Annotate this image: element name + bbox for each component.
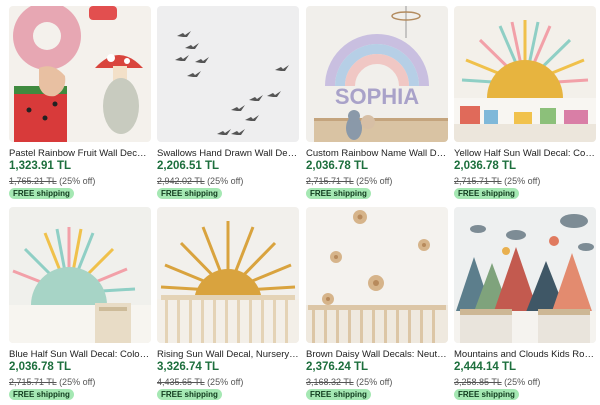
product-image[interactable]: [454, 6, 596, 142]
free-shipping-badge: FREE shipping: [454, 389, 519, 400]
original-price-row: 2,715.71 TL (25% off): [9, 377, 95, 387]
original-price: 1,765.21 TL: [9, 176, 57, 186]
original-price-row: 4,435.65 TL (25% off): [157, 377, 243, 387]
product-image[interactable]: [9, 6, 151, 142]
free-shipping-badge: FREE shipping: [306, 188, 371, 199]
product-card[interactable]: Mountains and Clouds Kids Roo... 2,444.1…: [454, 207, 596, 403]
product-price: 1,323.91 TL: [9, 160, 72, 172]
discount-label: (25% off): [207, 176, 244, 186]
product-price: 2,206.51 TL: [157, 160, 220, 172]
product-price: 2,376.24 TL: [306, 361, 369, 373]
product-card[interactable]: Swallows Hand Drawn Wall Decal... 2,206.…: [157, 6, 299, 206]
free-shipping-badge: FREE shipping: [157, 188, 222, 199]
original-price: 3,168.32 TL: [306, 377, 354, 387]
discount-label: (25% off): [59, 176, 96, 186]
product-card[interactable]: Brown Daisy Wall Decals: Neutral... 2,37…: [306, 207, 448, 403]
product-card[interactable]: Pastel Rainbow Fruit Wall Decals:... 1,3…: [9, 6, 151, 206]
original-price-row: 3,168.32 TL (25% off): [306, 377, 392, 387]
free-shipping-badge: FREE shipping: [9, 389, 74, 400]
product-title[interactable]: Custom Rainbow Name Wall Dec...: [306, 148, 448, 159]
free-shipping-badge: FREE shipping: [306, 389, 371, 400]
original-price-row: 1,765.21 TL (25% off): [9, 176, 95, 186]
product-price: 2,036.78 TL: [9, 361, 72, 373]
free-shipping-badge: FREE shipping: [454, 188, 519, 199]
product-price: 2,444.14 TL: [454, 361, 517, 373]
product-image[interactable]: [306, 207, 448, 343]
product-card[interactable]: Yellow Half Sun Wall Decal: Colo... 2,03…: [454, 6, 596, 206]
discount-label: (25% off): [356, 377, 393, 387]
product-title[interactable]: Mountains and Clouds Kids Roo...: [454, 349, 596, 360]
product-title[interactable]: Yellow Half Sun Wall Decal: Colo...: [454, 148, 596, 159]
original-price: 2,942.02 TL: [157, 176, 205, 186]
free-shipping-badge: FREE shipping: [157, 389, 222, 400]
product-card[interactable]: SOPHIA Custom Rainbow Name Wall Dec... 2…: [306, 6, 448, 206]
rainbow-name-decal: SOPHIA: [335, 84, 419, 109]
original-price-row: 3,258.85 TL (25% off): [454, 377, 540, 387]
original-price: 2,715.71 TL: [454, 176, 502, 186]
product-title[interactable]: Pastel Rainbow Fruit Wall Decals:...: [9, 148, 151, 159]
original-price: 2,715.71 TL: [306, 176, 354, 186]
product-price: 2,036.78 TL: [306, 160, 369, 172]
product-card[interactable]: Rising Sun Wall Decal, Nursery W... 3,32…: [157, 207, 299, 403]
discount-label: (25% off): [207, 377, 244, 387]
discount-label: (25% off): [504, 377, 541, 387]
product-image[interactable]: [9, 207, 151, 343]
product-image[interactable]: [157, 6, 299, 142]
product-price: 3,326.74 TL: [157, 361, 220, 373]
product-image[interactable]: [157, 207, 299, 343]
original-price: 2,715.71 TL: [9, 377, 57, 387]
product-card[interactable]: Blue Half Sun Wall Decal: Colorfu... 2,0…: [9, 207, 151, 403]
product-title[interactable]: Brown Daisy Wall Decals: Neutral...: [306, 349, 448, 360]
product-grid: Pastel Rainbow Fruit Wall Decals:... 1,3…: [0, 0, 600, 405]
product-image[interactable]: [454, 207, 596, 343]
product-image[interactable]: SOPHIA: [306, 6, 448, 142]
product-title[interactable]: Swallows Hand Drawn Wall Decal...: [157, 148, 299, 159]
product-price: 2,036.78 TL: [454, 160, 517, 172]
original-price-row: 2,715.71 TL (25% off): [454, 176, 540, 186]
original-price-row: 2,942.02 TL (25% off): [157, 176, 243, 186]
discount-label: (25% off): [356, 176, 393, 186]
original-price: 3,258.85 TL: [454, 377, 502, 387]
original-price: 4,435.65 TL: [157, 377, 205, 387]
product-title[interactable]: Rising Sun Wall Decal, Nursery W...: [157, 349, 299, 360]
original-price-row: 2,715.71 TL (25% off): [306, 176, 392, 186]
product-title[interactable]: Blue Half Sun Wall Decal: Colorfu...: [9, 349, 151, 360]
discount-label: (25% off): [59, 377, 96, 387]
discount-label: (25% off): [504, 176, 541, 186]
free-shipping-badge: FREE shipping: [9, 188, 74, 199]
